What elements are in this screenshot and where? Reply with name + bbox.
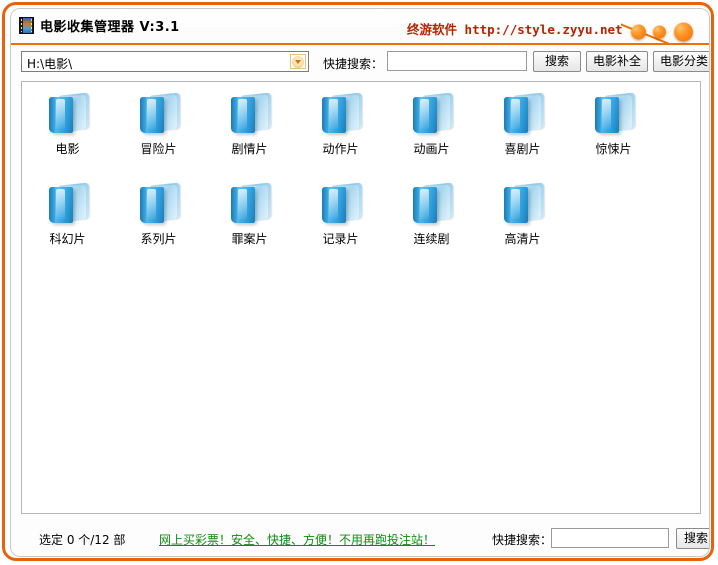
folder-item[interactable]: 高清片 [477, 176, 568, 266]
folder-item[interactable]: 动作片 [295, 86, 386, 176]
icon-row: 电影 冒险片 剧情片 动作片 动画片 喜剧片 惊悚片 [22, 86, 700, 176]
folder-icon [498, 182, 548, 226]
folder-icon [407, 92, 457, 136]
app-window: 电影收集管理器 V:3.1 终游软件 http://style.zyyu.net… [0, 0, 718, 565]
film-strip-icon [19, 17, 34, 34]
folder-item[interactable]: 惊悚片 [568, 86, 659, 176]
brand-name: 终游软件 [407, 22, 458, 37]
path-dropdown-button[interactable] [290, 54, 306, 69]
window-inner-panel: 电影收集管理器 V:3.1 终游软件 http://style.zyyu.net… [10, 8, 710, 557]
search-input[interactable] [387, 51, 527, 71]
folder-icon [225, 182, 275, 226]
path-combobox[interactable]: H:\电影\ [21, 51, 309, 72]
folder-item[interactable]: 电影 [22, 86, 113, 176]
folder-icon [225, 92, 275, 136]
chevron-glyph [295, 59, 301, 64]
folder-label: 剧情片 [231, 142, 268, 156]
folder-item[interactable]: 系列片 [113, 176, 204, 266]
minimize-button[interactable] [631, 24, 646, 40]
movie-category-button[interactable]: 电影分类 [653, 51, 709, 72]
folder-icon [407, 182, 457, 226]
folder-label: 记录片 [322, 232, 359, 246]
page-title: 电影收集管理器 V:3.1 [40, 20, 180, 35]
folder-label: 惊悚片 [595, 142, 632, 156]
title-bar-left: 电影收集管理器 V:3.1 [19, 16, 180, 35]
folder-item[interactable]: 冒险片 [113, 86, 204, 176]
window-controls [623, 19, 707, 45]
quick-search-label: 快捷搜索： [323, 57, 384, 71]
folder-icon [316, 182, 366, 226]
folder-item[interactable]: 罪案片 [204, 176, 295, 266]
folder-label: 高清片 [504, 232, 541, 246]
search-button-bottom[interactable]: 搜索 [676, 528, 709, 549]
search-button[interactable]: 搜索 [533, 51, 581, 72]
folder-icon [316, 92, 366, 136]
folder-icon [498, 92, 548, 136]
folder-icon [43, 92, 93, 136]
toolbar: H:\电影\ 快捷搜索： 搜索 电影补全 电影分类 [11, 47, 709, 79]
brand-text: 终游软件 http://style.zyyu.net [407, 19, 623, 38]
folder-icon [134, 92, 184, 136]
folder-label: 连续剧 [413, 232, 450, 246]
folder-item[interactable]: 连续剧 [386, 176, 477, 266]
brand-url: http://style.zyyu.net [464, 22, 623, 37]
quick-search-label-bottom: 快捷搜索： [492, 533, 553, 547]
folder-label: 系列片 [140, 232, 177, 246]
folder-label: 动画片 [413, 142, 450, 156]
movie-complete-button[interactable]: 电影补全 [586, 51, 648, 72]
folder-label: 喜剧片 [504, 142, 541, 156]
chevron-down-icon [292, 55, 304, 68]
folder-label: 冒险片 [140, 142, 177, 156]
folder-list-panel[interactable]: 电影 冒险片 剧情片 动作片 动画片 喜剧片 惊悚片 科幻片 系列片 罪案片 记… [21, 81, 701, 514]
folder-item[interactable]: 喜剧片 [477, 86, 568, 176]
folder-item[interactable]: 科幻片 [22, 176, 113, 266]
folder-label: 科幻片 [49, 232, 86, 246]
folder-icon [589, 92, 639, 136]
folder-label: 罪案片 [231, 232, 268, 246]
folder-icon [134, 182, 184, 226]
advertisement-link[interactable]: 网上买彩票！安全、快捷、方便！不用再跑投注站！ [159, 531, 435, 548]
folder-icon [43, 182, 93, 226]
icon-row: 科幻片 系列片 罪案片 记录片 连续剧 高清片 [22, 176, 700, 266]
selection-status: 选定 0 个/12 部 [39, 533, 126, 547]
folder-item[interactable]: 剧情片 [204, 86, 295, 176]
icon-grid: 电影 冒险片 剧情片 动作片 动画片 喜剧片 惊悚片 科幻片 系列片 罪案片 记… [22, 86, 700, 266]
folder-item[interactable]: 记录片 [295, 176, 386, 266]
folder-label: 电影 [55, 142, 80, 156]
folder-item[interactable]: 动画片 [386, 86, 477, 176]
folder-label: 动作片 [322, 142, 359, 156]
close-button[interactable] [674, 22, 693, 42]
search-input-bottom[interactable] [551, 528, 669, 548]
title-bar: 电影收集管理器 V:3.1 终游软件 http://style.zyyu.net [11, 9, 709, 45]
status-bar: 选定 0 个/12 部 网上买彩票！安全、快捷、方便！不用再跑投注站！ 快捷搜索… [11, 517, 709, 556]
maximize-button[interactable] [653, 25, 666, 39]
path-value: H:\电影\ [27, 57, 73, 71]
